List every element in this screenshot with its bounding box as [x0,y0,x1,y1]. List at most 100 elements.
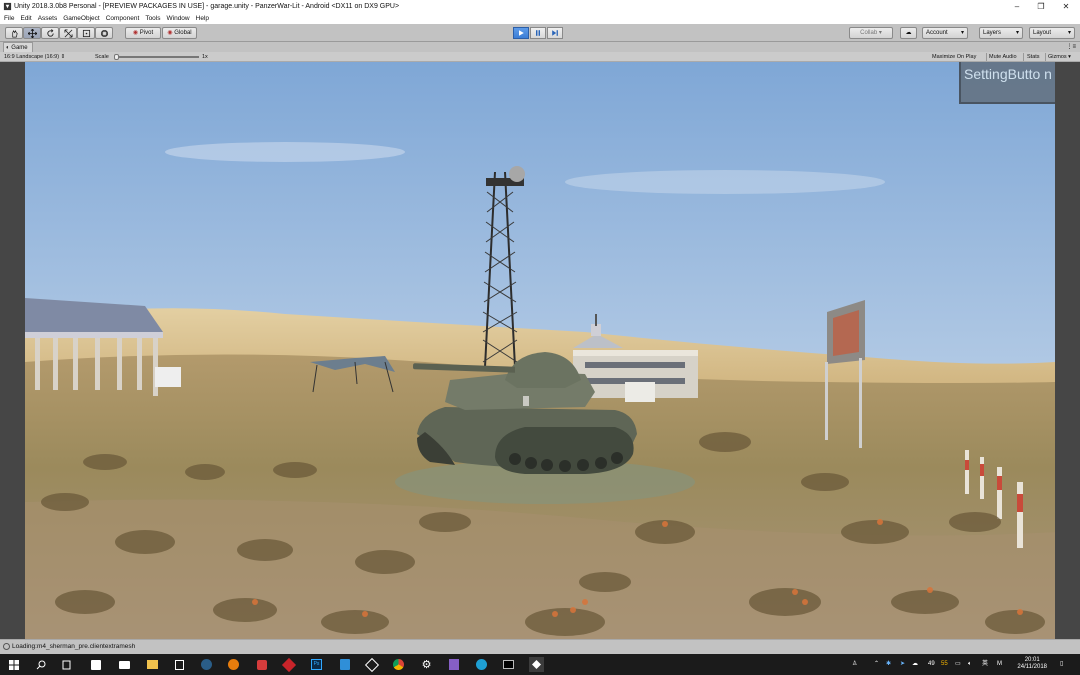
transform-tool-button[interactable] [95,27,113,39]
file-explorer-icon[interactable] [145,657,160,672]
blender-icon[interactable] [226,657,241,672]
tab-game-label: Game [11,45,28,51]
move-tool-button[interactable] [23,27,41,39]
bluetooth-icon[interactable]: ✱ [886,654,891,675]
mail-icon[interactable] [117,657,132,672]
status-bar: Loading:m4_sherman_pre.clientextramesh [0,639,1080,654]
close-button[interactable]: ✕ [1055,0,1077,13]
layers-dropdown[interactable]: Layers ▾ [979,27,1023,39]
menu-component[interactable]: Component [103,13,143,24]
maximize-on-play-toggle[interactable]: Maximize On Play [932,52,976,62]
global-label: Global [174,30,192,36]
scale-slider-handle[interactable] [114,54,119,60]
stats-toggle[interactable]: Stats [1027,52,1040,62]
scale-tool-button[interactable] [59,27,77,39]
menu-assets[interactable]: Assets [35,13,61,24]
steam-icon[interactable] [199,657,214,672]
cloud-tray-icon[interactable]: ☁ [912,654,918,675]
menu-file[interactable]: File [0,13,17,24]
input-language[interactable]: 英 [982,654,988,675]
app-red-s-icon[interactable] [281,657,296,672]
store-icon[interactable] [88,657,103,672]
clock[interactable]: 20:01 24/11/2018 [1017,657,1047,671]
transform-icon [100,29,108,38]
divider [1045,53,1046,61]
cloud-icon: ☁ [905,30,912,36]
volume-icon[interactable]: 🔈︎ [968,654,972,675]
play-icon [519,30,524,36]
account-dropdown[interactable]: Account ▾ [922,27,968,39]
rotate-icon [46,29,54,37]
window-title-bar: Unity 2018.3.0b8 Personal - [PREVIEW PAC… [0,0,1080,13]
step-button[interactable] [547,27,563,39]
pivot-icon: ◉ [132,30,139,36]
input-mode[interactable]: M [997,654,1002,675]
hand-icon [11,29,18,38]
visual-studio-icon[interactable] [446,657,461,672]
menu-help[interactable]: Help [193,13,212,24]
account-label: Account [926,30,948,36]
divider [1023,53,1024,61]
telegram-icon[interactable]: ➤ [900,654,905,675]
unity-logo-icon [3,2,12,11]
game-scene[interactable]: SettingButto n [25,62,1055,639]
tab-game[interactable]: ◐ Game [3,42,33,52]
status-message[interactable]: Loading:m4_sherman_pre.clientextramesh [12,640,135,654]
restore-button[interactable]: ❐ [1030,0,1052,13]
scale-icon [63,29,73,38]
collab-dropdown[interactable]: Collab ▾ [849,27,893,39]
menu-tools[interactable]: Tools [142,13,163,24]
unity-taskbar-icon[interactable] [529,657,544,672]
layout-label: Layout [1033,30,1052,36]
scale-slider-track[interactable] [117,56,199,58]
mute-audio-toggle[interactable]: Mute Audio [989,52,1017,62]
menu-window[interactable]: Window [164,13,193,24]
gizmos-dropdown[interactable]: Gizmos ▾ [1048,52,1071,62]
cloud-button[interactable]: ☁ [900,27,917,39]
chevron-down-icon: ▾ [960,30,964,36]
gizmos-label: Gizmos [1048,54,1067,60]
pivot-label: Pivot [139,30,154,36]
notifications-icon[interactable]: ▯ [1060,654,1063,675]
hand-tool-button[interactable] [5,27,23,39]
app-teal-icon[interactable] [474,657,489,672]
monitor-icon[interactable]: ▭ [955,654,961,675]
tab-menu-icon[interactable]: ⋮≡ [1066,42,1076,52]
settings-gear-icon[interactable]: ⚙ [419,657,434,672]
unity-hub-icon[interactable] [364,657,379,672]
tray-num: 55 [941,661,948,667]
pivot-toggle[interactable]: ◉ Pivot [125,27,161,39]
aspect-label: 16:9 Landscape (16:9) [4,54,60,60]
play-button[interactable] [513,27,529,39]
menu-gameobject[interactable]: GameObject [60,13,103,24]
game-scene-render [25,62,1055,639]
chevron-up-icon[interactable]: ⌃ [874,654,879,675]
global-toggle[interactable]: ◉ Global [162,27,197,39]
info-icon [3,643,10,650]
aspect-dropdown[interactable]: 16:9 Landscape (16:9) ⇕ [4,52,65,62]
chevron-down-icon: ▾ [1015,30,1019,36]
photoshop-icon[interactable]: Ps [309,657,324,672]
layers-label: Layers [983,30,1002,36]
people-icon[interactable]: ♙ [852,654,857,675]
task-view-icon[interactable] [59,657,74,672]
calculator-icon[interactable] [172,657,187,672]
terminal-icon[interactable] [501,657,516,672]
menu-bar: File Edit Assets GameObject Component Tools Wi… [0,13,1080,24]
vscode-icon[interactable] [337,657,352,672]
tray-temp: 49 [928,661,935,667]
search-icon[interactable] [33,657,48,672]
chrome-icon[interactable] [391,657,406,672]
minimize-button[interactable]: – [1006,0,1028,13]
pause-button[interactable] [530,27,546,39]
rect-tool-button[interactable] [77,27,95,39]
windows-start-icon[interactable] [6,657,21,672]
setting-button[interactable]: SettingButto n [959,62,1055,104]
chevron-updown-icon: ⇕ [60,54,66,60]
game-viewport[interactable]: SettingButto n [0,62,1080,639]
menu-edit[interactable]: Edit [17,13,34,24]
app-red-icon[interactable] [254,657,269,672]
layout-dropdown[interactable]: Layout ▾ [1029,27,1075,39]
rotate-tool-button[interactable] [41,27,59,39]
cloud [565,170,885,194]
